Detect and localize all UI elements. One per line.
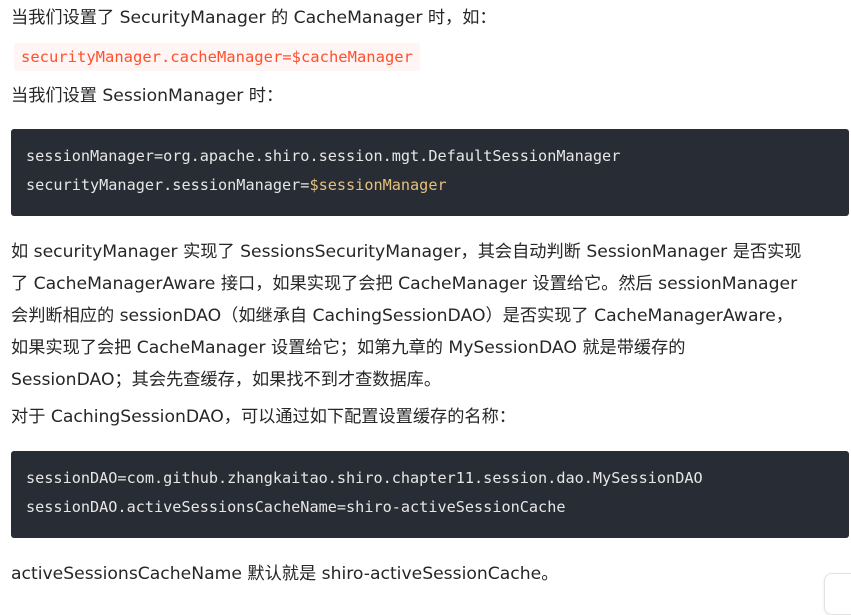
code-line: sessionDAO.activeSessionsCacheName=shiro…	[26, 498, 566, 516]
inline-code-cache-manager: securityManager.cacheManager=$cacheManag…	[14, 43, 420, 71]
code-variable: $sessionManager	[309, 176, 447, 194]
paragraph-line: 如果实现了会把 CacheManager 设置给它；如第九章的 MySessio…	[11, 338, 686, 358]
paragraph-line: 了 CacheManagerAware 接口，如果实现了会把 CacheMana…	[11, 274, 798, 294]
code-line: sessionDAO=com.github.zhangkaitao.shiro.…	[26, 469, 703, 487]
intro-cache-text: 当我们设置了 SecurityManager 的 CacheManager 时，…	[11, 8, 497, 28]
code-line: sessionManager=org.apache.shiro.session.…	[26, 147, 621, 165]
paragraph-line: SessionDAO；其会先查缓存，如果找不到才查数据库。	[11, 370, 442, 390]
closing-text: activeSessionsCacheName 默认就是 shiro-activ…	[11, 564, 559, 584]
floating-button-icon[interactable]	[824, 573, 851, 615]
article-content: 当我们设置了 SecurityManager 的 CacheManager 时，…	[0, 0, 851, 615]
code-line: securityManager.sessionManager=$sessionM…	[26, 171, 834, 200]
code-block-session-manager[interactable]: sessionManager=org.apache.shiro.session.…	[11, 129, 849, 216]
code-block-session-dao[interactable]: sessionDAO=com.github.zhangkaitao.shiro.…	[11, 451, 849, 538]
paragraph-line: 会判断相应的 sessionDAO（如继承自 CachingSessionDAO…	[11, 306, 793, 326]
intro-session-text: 当我们设置 SessionManager 时：	[11, 86, 284, 106]
paragraph-line: 如 securityManager 实现了 SessionsSecurityMa…	[11, 242, 802, 262]
code-text: securityManager.sessionManager=	[26, 176, 310, 194]
intro-caching-dao-text: 对于 CachingSessionDAO，可以通过如下配置设置缓存的名称：	[11, 407, 516, 427]
